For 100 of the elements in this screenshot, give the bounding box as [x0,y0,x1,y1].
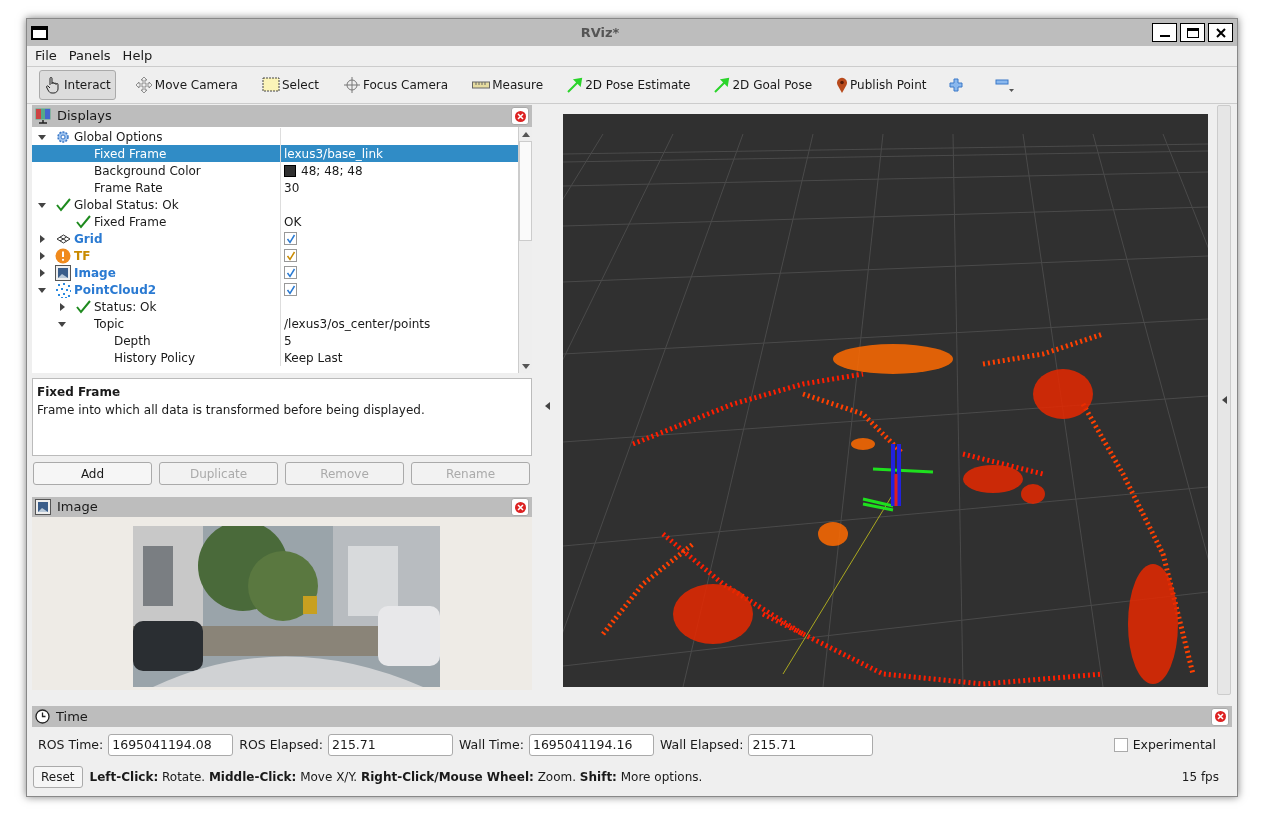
image-icon [55,264,71,281]
expand-arrow-icon[interactable] [38,251,46,260]
checkbox[interactable] [284,283,297,296]
menu-item[interactable]: Help [122,46,153,66]
menu-item[interactable]: File [35,46,57,66]
collapse-arrow-icon[interactable] [38,200,46,209]
tree-row[interactable]: Depth 5 [32,332,518,349]
clock-icon [35,709,50,724]
panel-button[interactable]: Add [33,462,152,485]
tree-row[interactable]: Global Status: Ok [32,196,518,213]
time-field[interactable]: 1695041194.16 [528,734,654,756]
panel-title: Image [57,498,99,517]
close-panel-button[interactable] [1211,707,1229,726]
arrow-icon [714,77,731,93]
tree-label: Global Status: Ok [74,196,179,214]
check-icon [55,197,71,212]
toolbar-button[interactable]: 2D Goal Pose [709,70,818,100]
tree-row[interactable]: Status: Ok [32,298,518,315]
expand-arrow-icon[interactable] [58,302,66,311]
collapse-arrow-icon[interactable] [58,319,66,328]
field-label: Wall Elapsed: [659,735,744,754]
close-button[interactable] [1208,23,1233,42]
close-panel-button[interactable] [511,498,529,516]
property-value: /lexus3/os_center/points [284,315,431,333]
tree-row[interactable]: History Policy Keep Last [32,349,518,366]
close-icon [514,110,526,122]
toolbar-button[interactable]: Select [256,70,324,100]
time-field[interactable]: 1695041194.08 [108,734,234,756]
expand-arrow-icon[interactable] [38,268,46,277]
field-label: Wall Time: [459,735,524,754]
monitor-icon [35,108,51,124]
time-field[interactable]: 215.71 [328,734,453,756]
selection-icon [261,77,280,93]
tree-label: Fixed Frame [94,145,167,163]
collapse-arrow-icon[interactable] [38,132,46,141]
tree-row[interactable]: Image [32,264,518,281]
image-icon [35,499,51,515]
window-menu-icon[interactable] [31,25,48,40]
panel-title: Displays [57,107,113,126]
panel-title: Time [56,707,89,726]
collapse-left-arrow-icon[interactable] [545,401,550,410]
ruler-icon [472,81,491,89]
collapse-right-arrow-icon[interactable] [1221,396,1227,404]
checkbox[interactable] [284,249,297,262]
toolbar-button[interactable]: 2D Pose Estimate [562,70,696,100]
tree-row[interactable]: Fixed Frame lexus3/base_link [32,145,518,162]
map-pin-icon [836,77,849,93]
property-value: 30 [284,179,300,197]
toolbar-button[interactable]: Move Camera [129,70,243,100]
minus-icon[interactable] [995,77,1016,93]
crosshair-icon [342,76,361,94]
tree-label: Grid [74,230,103,248]
tree-label: Frame Rate [94,179,163,197]
experimental-checkbox[interactable] [1113,738,1128,752]
grid-icon [55,233,71,244]
minimize-button[interactable] [1152,23,1177,42]
close-panel-button[interactable] [511,107,529,125]
scroll-down-arrow-icon[interactable] [521,363,530,369]
maximize-button[interactable] [1180,23,1205,42]
field-label: ROS Elapsed: [239,735,323,754]
arrow-icon [567,77,584,93]
tree-row[interactable]: PointCloud2 [32,281,518,298]
close-icon [1214,711,1226,722]
toolbar-button[interactable]: Focus Camera [337,70,454,100]
tree-label: Status: Ok [94,298,157,316]
tree-label: PointCloud2 [74,281,157,299]
check-icon [75,214,91,229]
property-value: lexus3/base_link [284,145,383,163]
tree-label: Background Color [94,162,201,180]
point-cloud-icon [55,281,71,298]
tree-row[interactable]: Topic /lexus3/os_center/points [32,315,518,332]
tree-label: Topic [94,315,125,333]
toolbar-button[interactable]: Publish Point [831,70,932,100]
plus-icon[interactable] [949,78,964,92]
expand-arrow-icon[interactable] [38,234,46,243]
color-swatch [284,164,296,177]
tree-label: Fixed Frame [94,213,167,231]
toolbar-button[interactable]: Interact [39,70,116,100]
side-dock-handle[interactable] [1217,105,1231,695]
tree-row[interactable]: Fixed Frame OK [32,213,518,230]
tree-row[interactable]: Background Color 48; 48; 48 [32,162,518,179]
property-value: Keep Last [284,349,343,367]
collapse-arrow-icon[interactable] [38,285,46,294]
toolbar-button[interactable]: Measure [467,70,549,100]
tree-label: Depth [114,332,151,350]
tree-label: Global Options [74,128,163,146]
tree-row[interactable]: Frame Rate 30 [32,179,518,196]
menu-item[interactable]: Panels [68,46,111,66]
hand-icon [44,76,62,94]
window-title: RViz* [579,23,621,42]
reset-button[interactable]: Reset [33,766,83,788]
help-text: Left-Click: Rotate. Middle-Click: Move X/Y. Right-Click/Mouse Wheel: Zoom. Shift: More options. [89,769,704,786]
scroll-up-arrow-icon[interactable] [521,131,530,137]
close-icon [514,501,526,513]
checkbox[interactable] [284,232,297,245]
point-cloud-drawing[interactable] [563,114,1208,687]
time-field[interactable]: 215.71 [748,734,874,756]
fps-counter: 15 fps [1181,769,1219,786]
tree-row[interactable]: Grid [32,230,518,247]
checkbox[interactable] [284,266,297,279]
